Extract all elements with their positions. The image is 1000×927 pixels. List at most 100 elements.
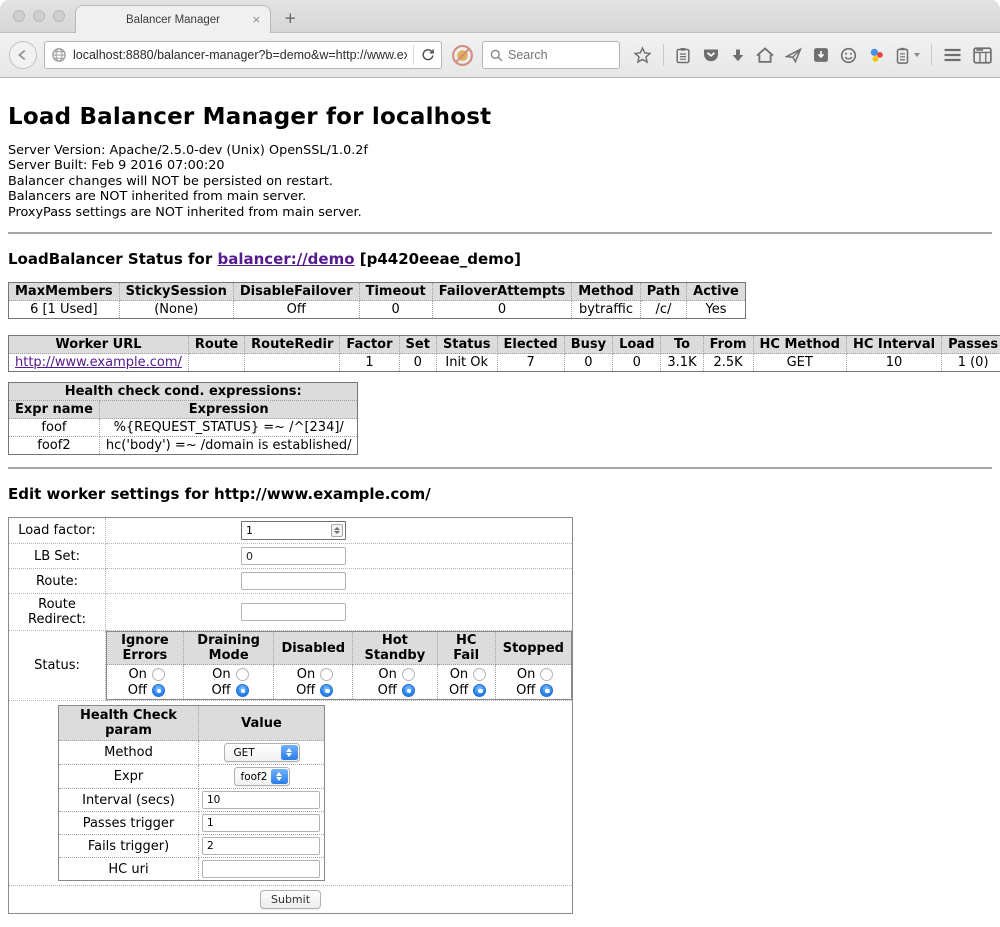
radio-disabled-off[interactable]	[320, 684, 333, 697]
on-label: On	[446, 667, 468, 682]
worker-url-link[interactable]: http://www.example.com/	[15, 355, 182, 370]
radio-stopped-on[interactable]	[540, 668, 553, 681]
stepper-up-icon	[334, 527, 340, 530]
home-icon	[756, 47, 774, 63]
lb-set-input[interactable]	[241, 547, 346, 565]
on-label: On	[375, 667, 397, 682]
server-built: Server Built: Feb 9 2016 07:00:20	[8, 158, 992, 173]
on-label: On	[293, 667, 315, 682]
browser-window: Balancer Manager × + localhost:8880/bala…	[0, 0, 1000, 927]
reload-button[interactable]	[413, 45, 435, 65]
stepper-buttons[interactable]	[331, 524, 343, 537]
search-bar[interactable]	[482, 41, 620, 69]
status-value: Init Ok	[436, 354, 497, 372]
path-value: /c/	[640, 301, 686, 319]
on-label: On	[513, 667, 535, 682]
col-status: Status	[436, 336, 497, 354]
new-tab-button[interactable]: +	[284, 9, 297, 27]
zoom-window-button[interactable]	[53, 10, 65, 22]
page-grid-button[interactable]	[973, 47, 992, 64]
col-stopped: Stopped	[495, 632, 571, 665]
minimize-window-button[interactable]	[33, 10, 45, 22]
expression-foof2: hc('body') =~ /domain is established/	[99, 437, 358, 455]
back-button[interactable]	[9, 41, 37, 69]
load-factor-label: Load factor:	[9, 518, 106, 544]
stopped-radios: On Off	[495, 665, 571, 700]
route-redirect-input[interactable]	[241, 603, 346, 621]
col-disabled: Disabled	[274, 632, 353, 665]
form-row-route: Route:	[9, 569, 573, 594]
tab-strip: Balancer Manager × +	[0, 0, 1000, 33]
route-label: Route:	[9, 569, 106, 594]
radio-ignore-errors-on[interactable]	[152, 668, 165, 681]
radio-disabled-on[interactable]	[320, 668, 333, 681]
table-row: foof2 hc('body') =~ /domain is establish…	[9, 437, 358, 455]
interval-input[interactable]	[202, 791, 320, 809]
stepper-down-icon	[334, 531, 340, 534]
chevron-down-icon[interactable]	[914, 53, 920, 57]
submit-button[interactable]: Submit	[260, 890, 321, 909]
lb-heading-prefix: LoadBalancer Status for	[8, 250, 217, 268]
radio-hot-standby-off[interactable]	[402, 684, 415, 697]
lb-status-heading: LoadBalancer Status for balancer://demo …	[8, 250, 992, 268]
status-cell: Ignore Errors Draining Mode Disabled Hot…	[106, 631, 573, 701]
balancer-demo-link[interactable]: balancer://demo	[217, 250, 354, 268]
color-dots-button[interactable]	[868, 47, 885, 64]
tab-balancer-manager[interactable]: Balancer Manager ×	[75, 5, 271, 33]
radio-stopped-off[interactable]	[540, 684, 553, 697]
radio-hc-fail-on[interactable]	[473, 668, 486, 681]
col-draining-mode: Draining Mode	[183, 632, 274, 665]
hc-expressions-table: Health check cond. expressions: Expr nam…	[8, 382, 358, 455]
col-from: From	[703, 336, 753, 354]
route-input[interactable]	[241, 572, 346, 590]
radio-draining-mode-off[interactable]	[236, 684, 249, 697]
close-window-button[interactable]	[13, 10, 25, 22]
col-hc-fail: HC Fail	[437, 632, 495, 665]
panel-download-button[interactable]	[813, 47, 829, 63]
radio-hc-fail-off[interactable]	[473, 684, 486, 697]
table-row: Method GET	[59, 741, 325, 765]
col-value: Value	[199, 706, 325, 741]
method-select[interactable]: GET	[224, 743, 300, 762]
col-worker-url: Worker URL	[9, 336, 189, 354]
color-dots-icon	[868, 47, 885, 64]
tab-close-icon[interactable]: ×	[252, 13, 261, 26]
off-label: Off	[446, 683, 468, 698]
hc-uri-input[interactable]	[202, 860, 320, 878]
radio-draining-mode-on[interactable]	[236, 668, 249, 681]
clipper-button[interactable]	[896, 47, 909, 64]
pocket-button[interactable]	[702, 47, 720, 63]
balancer-status-table: MaxMembers StickySession DisableFailover…	[8, 282, 746, 319]
active-value: Yes	[687, 301, 746, 319]
bookmark-star-button[interactable]	[633, 46, 652, 65]
col-stickysession: StickySession	[119, 283, 233, 301]
col-failoverattempts: FailoverAttempts	[432, 283, 572, 301]
menu-button[interactable]	[943, 48, 962, 62]
panel-download-icon	[813, 47, 829, 63]
chat-button[interactable]	[840, 47, 857, 64]
fails-input[interactable]	[202, 837, 320, 855]
on-label: On	[209, 667, 231, 682]
table-row: Passes trigger	[59, 812, 325, 835]
home-button[interactable]	[756, 47, 774, 63]
search-input[interactable]	[508, 48, 603, 62]
radio-ignore-errors-off[interactable]	[152, 684, 165, 697]
grid-icon	[973, 47, 992, 64]
disablefailover-value: Off	[233, 301, 359, 319]
radio-hot-standby-on[interactable]	[402, 668, 415, 681]
lb-set-cell	[106, 544, 573, 569]
col-hc-interval: HC Interval	[846, 336, 941, 354]
server-info: Server Version: Apache/2.5.0-dev (Unix) …	[8, 143, 992, 220]
method-label: Method	[59, 741, 199, 765]
expr-select[interactable]: foof2	[234, 767, 290, 786]
table-title-row: Health check cond. expressions:	[9, 383, 358, 401]
passes-input[interactable]	[202, 814, 320, 832]
content-blocked-button[interactable]	[449, 42, 475, 68]
fails-label: Fails trigger)	[59, 835, 199, 858]
downloads-button[interactable]	[731, 48, 745, 63]
send-tab-button[interactable]	[785, 47, 802, 64]
url-bar[interactable]: localhost:8880/balancer-manager?b=demo&w…	[44, 41, 442, 69]
url-text[interactable]: localhost:8880/balancer-manager?b=demo&w…	[73, 48, 407, 62]
col-load: Load	[613, 336, 661, 354]
reading-list-button[interactable]	[675, 47, 691, 64]
